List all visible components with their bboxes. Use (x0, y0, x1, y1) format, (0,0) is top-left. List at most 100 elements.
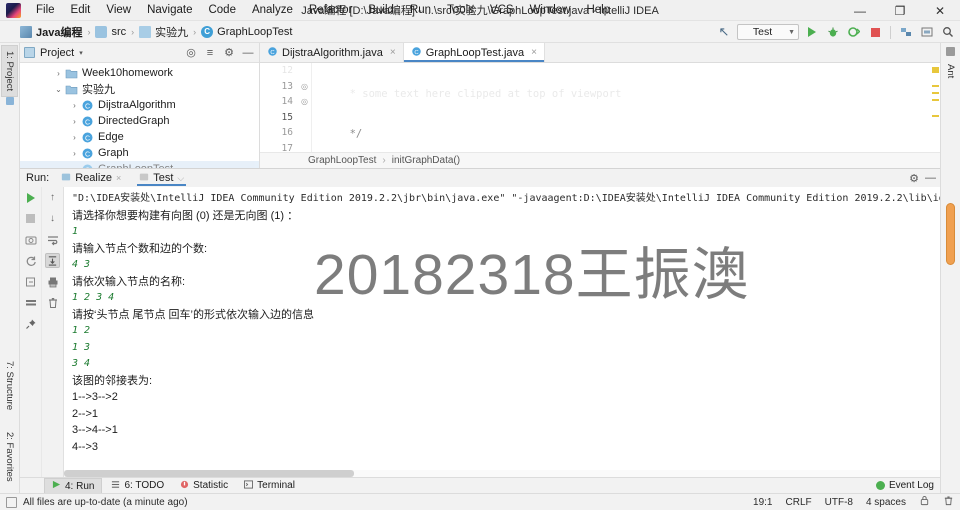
print-icon[interactable] (45, 274, 60, 289)
structure-icon[interactable] (898, 24, 914, 40)
warning-marker[interactable] (932, 92, 939, 94)
warning-marker[interactable] (932, 67, 939, 73)
trash-icon[interactable] (943, 495, 954, 509)
editor-breadcrumb-class[interactable]: GraphLoopTest (308, 155, 376, 166)
indent-setting[interactable]: 4 spaces (866, 497, 906, 508)
tree-item-graph[interactable]: › C Graph (20, 145, 259, 161)
scroll-to-end-icon[interactable] (45, 253, 60, 268)
run-tab-realize[interactable]: Realize × (55, 172, 127, 185)
run-tab-test[interactable]: Test ⌵ (133, 172, 190, 186)
scrollbar-thumb[interactable] (64, 470, 354, 477)
settings-gear-icon[interactable]: ⚙ (222, 46, 236, 60)
line-separator[interactable]: CRLF (786, 497, 812, 508)
code-lines[interactable]: * some text here clipped at top of viewp… (312, 63, 940, 152)
event-log-button[interactable]: Event Log (875, 480, 934, 491)
minimize-button[interactable]: — (840, 0, 880, 21)
menu-item-edit[interactable]: Edit (63, 2, 99, 18)
close-button[interactable]: ✕ (920, 0, 960, 21)
rerun-failed-icon[interactable] (23, 253, 38, 268)
updates-icon[interactable] (919, 24, 935, 40)
down-arrow-icon[interactable]: ↓ (45, 211, 60, 226)
bottom-tab-run[interactable]: 4: Run (44, 478, 103, 493)
editor-breadcrumb-method[interactable]: initGraphData() (392, 155, 460, 166)
chevron-down-icon[interactable]: ▼ (788, 29, 795, 36)
menu-item-run[interactable]: Run (402, 2, 439, 18)
warning-marker[interactable] (932, 99, 939, 101)
export-icon[interactable] (23, 274, 38, 289)
breadcrumb-item-project[interactable]: Java编程 (20, 24, 82, 40)
maximize-button[interactable]: ❐ (880, 0, 920, 21)
expand-arrow-icon[interactable]: › (68, 133, 81, 142)
warning-marker[interactable] (932, 85, 939, 87)
editor-tab-graphlooptest[interactable]: C GraphLoopTest.java × (403, 43, 546, 62)
project-tree[interactable]: › Week10homework ⌄ 实验九 › C DijstraAlgori… (20, 63, 259, 168)
debug-button[interactable] (825, 24, 841, 40)
window-controls[interactable]: — ❐ ✕ (840, 0, 960, 21)
sidebar-tab-ant[interactable]: Ant (943, 59, 958, 83)
expand-arrow-icon[interactable]: › (68, 165, 81, 169)
sidebar-tab-favorites[interactable]: 2: Favorites (2, 427, 17, 487)
tree-item-directedgraph[interactable]: › C DirectedGraph (20, 113, 259, 129)
close-tab-icon[interactable]: × (390, 47, 396, 58)
close-tab-icon[interactable]: × (531, 47, 537, 58)
breadcrumb-item-src[interactable]: src (95, 25, 126, 38)
bottom-tab-todo[interactable]: 6: TODO (104, 479, 171, 493)
chevron-down-icon[interactable]: ▾ (79, 49, 83, 57)
tree-item-week10homework[interactable]: › Week10homework (20, 65, 259, 81)
back-arrow-icon[interactable]: ↖ (716, 24, 732, 40)
hide-panel-icon[interactable]: — (925, 172, 936, 184)
stop-button[interactable] (867, 24, 883, 40)
clear-all-icon[interactable] (45, 295, 60, 310)
bottom-tab-statistic[interactable]: Statistic (173, 479, 235, 493)
menu-item-build[interactable]: Build (360, 2, 402, 18)
settings-gear-icon[interactable]: ⚙ (909, 172, 919, 185)
tree-item-graphlooptest[interactable]: › C GraphLoopTest (20, 161, 259, 168)
locate-icon[interactable]: ◎ (184, 46, 198, 60)
layout-icon[interactable] (23, 295, 38, 310)
up-arrow-icon[interactable]: ↑ (45, 190, 60, 205)
expand-arrow-icon[interactable]: › (68, 117, 81, 126)
menu-item-file[interactable]: File (28, 2, 63, 18)
sidebar-tab-structure[interactable]: 7: Structure (2, 356, 17, 415)
console-vertical-scrollbar-thumb[interactable] (946, 203, 955, 266)
bottom-tab-terminal[interactable]: Terminal (237, 479, 302, 493)
code-editor[interactable]: 12 13 14 15 16 17 ◎ ◎ * some text here c… (260, 63, 940, 152)
editor-breadcrumb[interactable]: GraphLoopTest › initGraphData() (260, 152, 940, 168)
menu-item-refactor[interactable]: Refactor (301, 2, 360, 18)
menu-item-vcs[interactable]: VCS (482, 2, 522, 18)
sidebar-tab-project[interactable]: 1: Project (1, 45, 18, 98)
menu-item-help[interactable]: Help (578, 2, 618, 18)
soft-wrap-icon[interactable] (45, 232, 60, 247)
code-folding-gutter[interactable]: ◎ ◎ (298, 63, 312, 152)
tree-item-edge[interactable]: › C Edge (20, 129, 259, 145)
run-configuration-selector[interactable]: Test ▼ (737, 24, 799, 40)
breadcrumb-item-package[interactable]: 实验九 (139, 24, 188, 40)
search-icon[interactable] (940, 24, 956, 40)
main-menu[interactable]: File Edit View Navigate Code Analyze Ref… (28, 2, 618, 18)
run-with-coverage-button[interactable] (846, 24, 862, 40)
file-encoding[interactable]: UTF-8 (825, 497, 853, 508)
pin-icon[interactable] (23, 316, 38, 331)
caret-position[interactable]: 19:1 (753, 497, 772, 508)
menu-item-analyze[interactable]: Analyze (244, 2, 301, 18)
expand-arrow-icon[interactable]: › (68, 101, 81, 110)
chevron-down-icon[interactable]: ⌵ (177, 173, 184, 184)
expand-arrow-icon[interactable]: › (52, 69, 65, 78)
fold-marker-icon[interactable]: ◎ (298, 79, 311, 95)
hide-panel-icon[interactable]: — (241, 46, 255, 60)
run-button[interactable] (804, 24, 820, 40)
editor-tabs[interactable]: C DijstraAlgorithm.java × C GraphLoopTes… (260, 43, 940, 63)
menu-item-code[interactable]: Code (200, 2, 244, 18)
menu-item-tools[interactable]: Tools (439, 2, 482, 18)
menu-item-view[interactable]: View (98, 2, 139, 18)
tree-item-dijstraalgorithm[interactable]: › C DijstraAlgorithm (20, 97, 259, 113)
screenshot-icon[interactable] (23, 232, 38, 247)
console-output[interactable]: "D:\IDEA安装处\IntelliJ IDEA Community Edit… (64, 187, 940, 477)
close-icon[interactable]: × (116, 173, 121, 183)
menu-item-window[interactable]: Window (522, 2, 579, 18)
tree-item-shiyanjiu[interactable]: ⌄ 实验九 (20, 81, 259, 97)
editor-tab-dijstraalgorithm[interactable]: C DijstraAlgorithm.java × (260, 43, 404, 62)
expand-arrow-icon[interactable]: › (68, 149, 81, 158)
fold-marker-icon[interactable]: ◎ (298, 94, 311, 110)
console-horizontal-scrollbar[interactable] (64, 470, 940, 477)
